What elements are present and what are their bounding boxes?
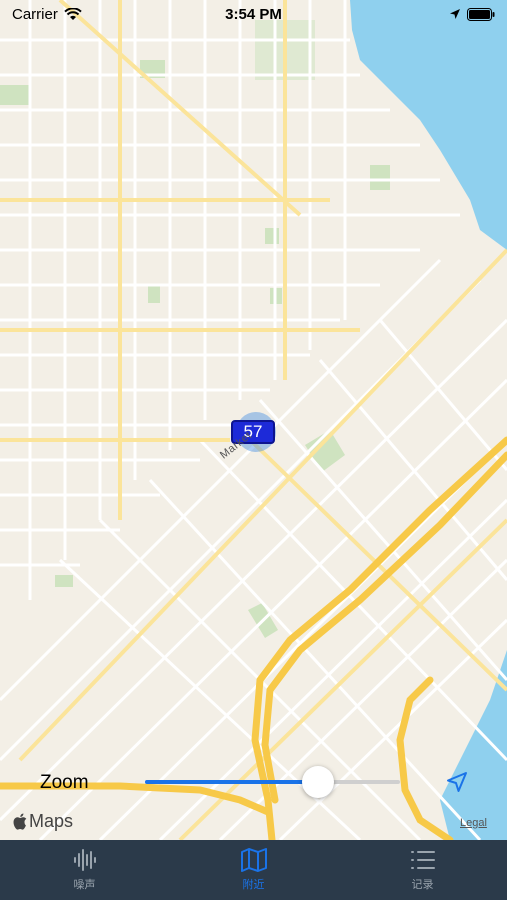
carrier-label: Carrier — [12, 5, 58, 23]
zoom-label: Zoom — [40, 772, 89, 793]
zoom-slider-fill — [145, 780, 319, 784]
tab-label: 记录 — [411, 879, 434, 891]
maps-attribution-text: Maps — [29, 811, 74, 831]
tab-label: 噪声 — [73, 879, 96, 891]
zoom-slider[interactable] — [145, 766, 400, 798]
tab-noise[interactable]: 噪声 — [0, 840, 169, 900]
locate-me-icon[interactable] — [445, 770, 469, 794]
wifi-icon — [64, 7, 82, 20]
battery-icon — [467, 7, 495, 21]
waveform-icon — [73, 849, 96, 871]
maps-attribution: Maps — [13, 811, 73, 832]
tab-records[interactable]: 记录 — [338, 840, 507, 900]
tab-nearby[interactable]: 附近 — [169, 840, 338, 900]
list-icon — [410, 851, 435, 869]
location-arrow-icon — [450, 9, 460, 19]
tab-label: 附近 — [242, 879, 265, 891]
map-icon — [240, 848, 267, 872]
tab-bar: 噪声 附近 记录 — [0, 840, 507, 900]
status-bar: Carrier 3:54 PM — [0, 0, 507, 28]
legal-link[interactable]: Legal — [460, 817, 487, 829]
apple-logo-icon — [13, 813, 27, 830]
